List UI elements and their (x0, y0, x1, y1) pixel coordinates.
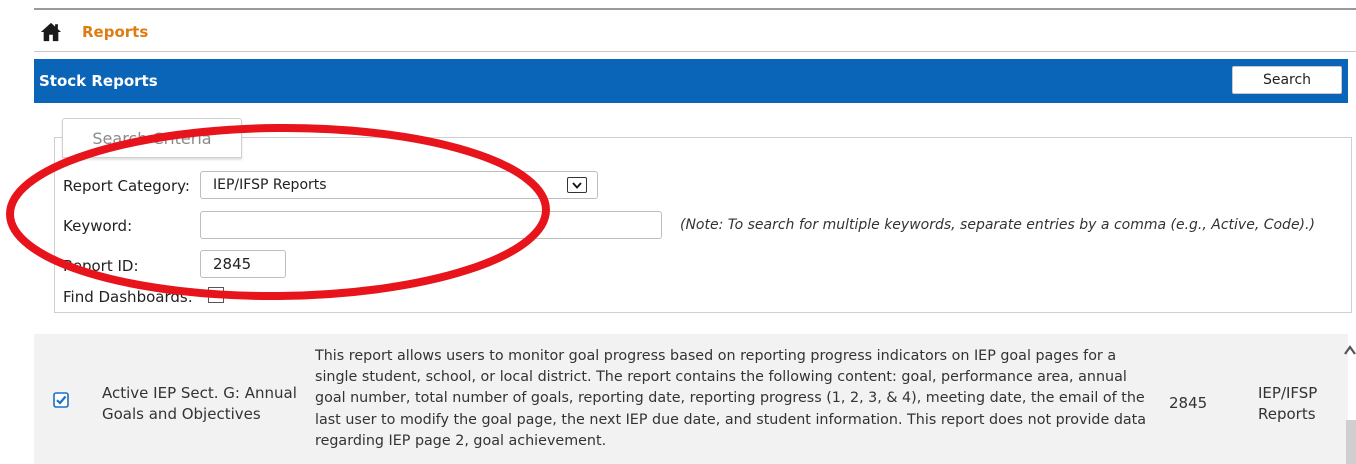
report-category-select[interactable]: IEP/IFSP Reports (200, 171, 598, 199)
report-category-value: IEP/IFSP Reports (213, 177, 327, 193)
chevron-down-icon[interactable] (567, 177, 587, 193)
keyword-input[interactable] (200, 211, 662, 239)
stock-reports-header: Stock Reports Search (34, 59, 1348, 103)
scrollbar[interactable] (1346, 420, 1356, 464)
results-divider (34, 322, 1348, 334)
keyword-note: (Note: To search for multiple keywords, … (680, 217, 1315, 233)
breadcrumb: Reports (40, 20, 148, 44)
report-id-label: Report ID: (63, 257, 139, 275)
top-divider (34, 8, 1356, 10)
report-id-cell: 2845 (1169, 394, 1208, 412)
report-name[interactable]: Active IEP Sect. G: Annual Goals and Obj… (102, 383, 302, 425)
search-button[interactable]: Search (1232, 66, 1342, 94)
home-icon[interactable] (40, 21, 62, 43)
report-category-label: Report Category: (63, 177, 190, 195)
report-description: This report allows users to monitor goal… (315, 348, 1147, 449)
report-category-cell: IEP/IFSP Reports (1258, 384, 1318, 423)
report-id-input[interactable]: 2845 (200, 250, 286, 278)
breadcrumb-divider (34, 51, 1356, 52)
tab-search-criteria[interactable]: Search Criteria (62, 118, 242, 158)
find-dashboards-checkbox[interactable] (208, 287, 224, 303)
row-selected-checkbox[interactable] (53, 392, 69, 408)
keyword-label: Keyword: (63, 217, 133, 235)
scroll-up-icon[interactable] (1343, 343, 1356, 357)
find-dashboards-label: Find Dashboards: (63, 288, 193, 306)
breadcrumb-reports-link[interactable]: Reports (82, 23, 148, 41)
panel-title: Stock Reports (39, 72, 158, 90)
